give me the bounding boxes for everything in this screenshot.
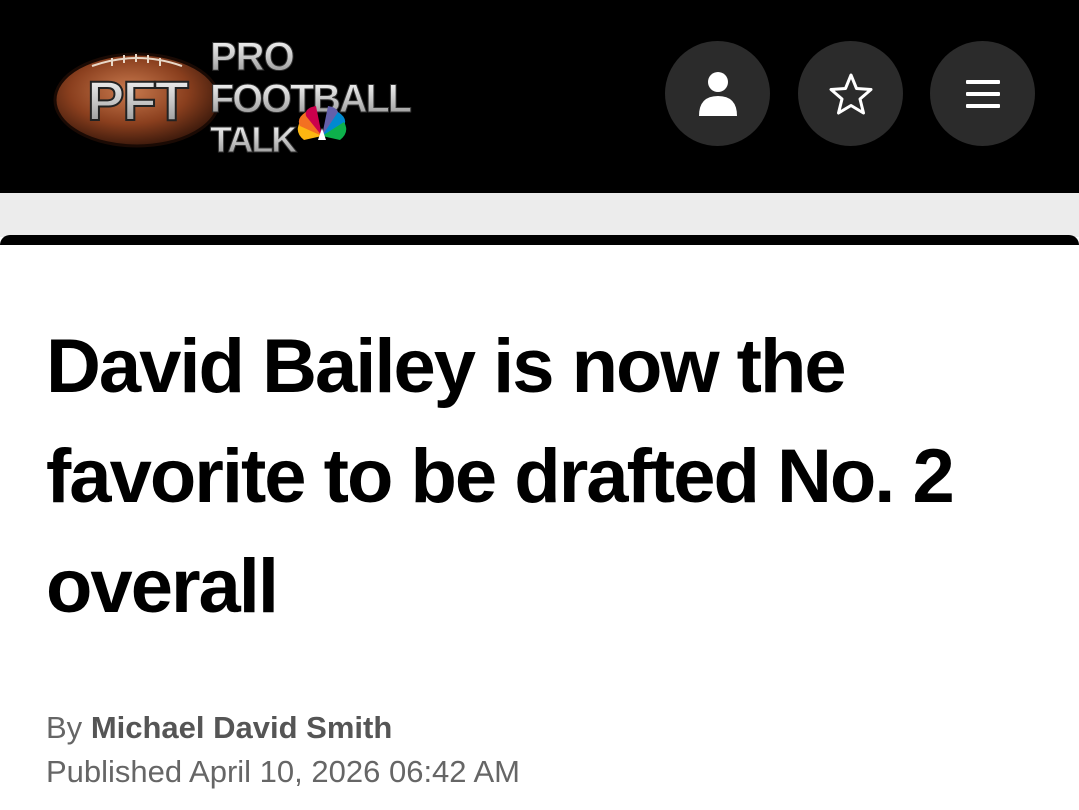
account-button[interactable] [665, 41, 770, 146]
site-logo[interactable]: PFT PRO FOOTBALL TALK [52, 28, 422, 163]
logo-line-pro: PRO [210, 35, 294, 79]
favorites-button[interactable] [798, 41, 903, 146]
byline-prefix: By [46, 710, 83, 745]
site-header: PFT PRO FOOTBALL TALK [0, 0, 1079, 193]
article-byline: By Michael David Smith [46, 708, 392, 748]
hamburger-menu-icon [965, 79, 1000, 108]
published-date: Published April 10, 2026 06:42 AM [46, 754, 520, 789]
logo-abbreviation: PFT [87, 69, 189, 132]
header-spacer [0, 193, 1079, 237]
user-icon [698, 71, 737, 116]
menu-button[interactable] [930, 41, 1035, 146]
pft-logo-graphic: PFT PRO FOOTBALL TALK [53, 35, 414, 161]
author-link[interactable]: Michael David Smith [91, 710, 392, 745]
logo-line-talk: TALK [210, 119, 297, 160]
star-icon [829, 73, 872, 114]
article-headline: David Bailey is now the favorite to be d… [46, 324, 955, 629]
